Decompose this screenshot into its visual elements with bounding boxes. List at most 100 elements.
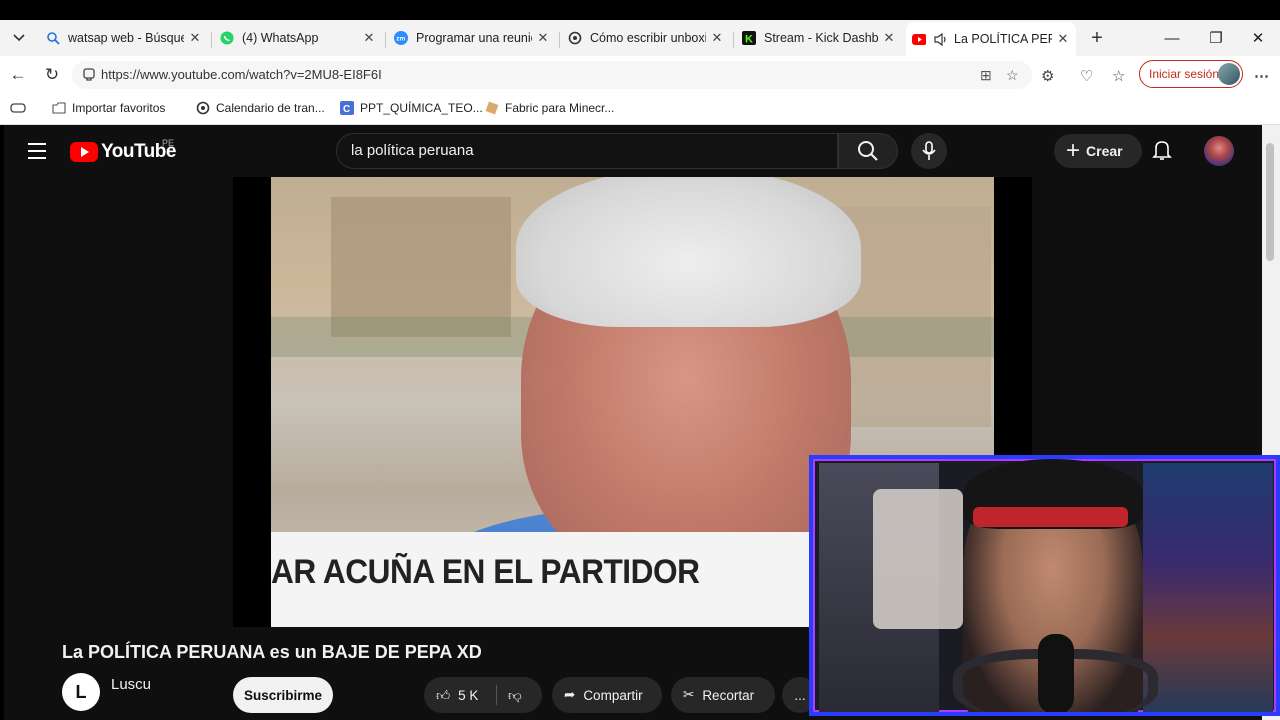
- search-icon: [858, 141, 878, 161]
- close-tab-icon[interactable]: ✕: [882, 30, 896, 46]
- webcam-headband: [973, 507, 1128, 527]
- restore-button[interactable]: ❐: [1194, 20, 1238, 56]
- country-code: PE: [162, 138, 175, 148]
- share-label: Compartir: [583, 687, 643, 703]
- tab-separator: [385, 32, 386, 48]
- tab-youtube-active[interactable]: La POLÍTICA PERUANA ✕: [906, 22, 1076, 56]
- back-button[interactable]: ←: [7, 64, 29, 86]
- tab-sidebar-icon[interactable]: [10, 101, 26, 115]
- url-text[interactable]: https://www.youtube.com/watch?v=2MU8-EI8…: [101, 67, 382, 82]
- bookmark-calendario[interactable]: Calendario de tran...: [196, 101, 325, 115]
- svg-text:zm: zm: [396, 36, 405, 43]
- address-bar-row: ← ↻ https://www.youtube.com/watch?v=2MU8…: [0, 56, 1280, 94]
- like-count: 5 K: [458, 687, 479, 703]
- signin-button[interactable]: Iniciar sesión: [1139, 60, 1243, 88]
- bookmark-label: Fabric para Minecr...: [505, 101, 615, 115]
- share-icon: ➦: [564, 687, 576, 702]
- search-input[interactable]: la política peruana: [336, 133, 838, 169]
- tab-actions-menu[interactable]: [4, 24, 34, 52]
- search-button[interactable]: [838, 133, 898, 169]
- youtube-icon: [912, 32, 926, 46]
- close-icon: ✕: [1251, 30, 1265, 47]
- bookmark-ppt-quimica[interactable]: C PPT_QUÍMICA_TEO...: [340, 101, 483, 115]
- minimize-button[interactable]: —: [1150, 20, 1194, 56]
- svg-text:C: C: [343, 104, 350, 115]
- microphone-icon: [922, 141, 936, 160]
- close-window-button[interactable]: ✕: [1236, 20, 1280, 56]
- background-building: [331, 197, 511, 337]
- webcam-microphone: [1038, 634, 1074, 712]
- favorite-star-icon[interactable]: ☆: [1006, 67, 1019, 84]
- tab-whatsapp[interactable]: (4) WhatsApp ✕: [214, 24, 382, 52]
- tab-watsap-search[interactable]: watsap web - Búsqueda ✕: [40, 24, 208, 52]
- favorites-icon[interactable]: ☆: [1112, 67, 1125, 85]
- tab-kick-dashboard[interactable]: K Stream - Kick Dashboard ✕: [736, 24, 902, 52]
- close-tab-icon[interactable]: ✕: [1056, 31, 1070, 47]
- bookmarks-bar: Importar favoritos Calendario de tran...…: [0, 94, 1280, 125]
- plus-icon: +: [1066, 137, 1081, 164]
- zoom-icon: zm: [394, 31, 408, 45]
- youtube-logo[interactable]: YouTube PE: [70, 138, 176, 163]
- create-button[interactable]: + Crear: [1054, 134, 1142, 168]
- profile-avatar: [1218, 63, 1240, 85]
- close-tab-icon[interactable]: ✕: [536, 30, 550, 46]
- new-tab-button[interactable]: +: [1084, 24, 1110, 52]
- refresh-icon: ↻: [44, 65, 60, 84]
- subscribe-button[interactable]: Suscribirme: [233, 677, 333, 713]
- close-tab-icon[interactable]: ✕: [362, 30, 376, 46]
- bookmark-label: PPT_QUÍMICA_TEO...: [360, 101, 483, 115]
- chevron-down-icon: [13, 34, 25, 42]
- like-button[interactable]: 👍︎ 5 K 👎︎: [424, 677, 542, 713]
- fabric-icon: [485, 101, 499, 115]
- signin-label: Iniciar sesión: [1149, 67, 1220, 81]
- openai-icon: [568, 31, 582, 45]
- person-hair: [516, 177, 861, 327]
- bookmark-label: Calendario de tran...: [216, 101, 325, 115]
- tab-zoom-meeting[interactable]: zm Programar una reunión ✕: [388, 24, 556, 52]
- youtube-header: YouTube PE la política peruana + Crear: [4, 125, 1262, 177]
- speaker-icon[interactable]: [934, 32, 948, 46]
- site-info-icon[interactable]: [82, 67, 96, 86]
- tab-unboxing[interactable]: Cómo escribir unboxing ✕: [562, 24, 730, 52]
- tab-separator: [211, 32, 212, 48]
- browser-tab-bar: watsap web - Búsqueda ✕ (4) WhatsApp ✕ z…: [0, 20, 1280, 56]
- kick-icon: K: [742, 31, 756, 45]
- app-available-icon[interactable]: ⊞: [980, 67, 992, 84]
- whatsapp-icon: [220, 31, 234, 45]
- close-tab-icon[interactable]: ✕: [710, 30, 724, 46]
- menu-icon[interactable]: [28, 143, 46, 159]
- more-options-icon[interactable]: ⋯: [1254, 67, 1269, 85]
- webcam-poster-car: [1143, 463, 1273, 712]
- address-bar[interactable]: https://www.youtube.com/watch?v=2MU8-EI8…: [72, 61, 1032, 89]
- top-black-strip: [0, 0, 1280, 20]
- bookmark-import-favorites[interactable]: Importar favoritos: [52, 101, 165, 115]
- video-caption: AR ACUÑA EN EL PARTIDOR: [271, 553, 700, 591]
- refresh-button[interactable]: ↻: [41, 64, 63, 86]
- clip-button[interactable]: ✂ Recortar: [671, 677, 775, 713]
- voice-search-button[interactable]: [911, 133, 947, 169]
- import-icon: [52, 101, 66, 115]
- tab-separator: [559, 32, 560, 48]
- tab-title: watsap web - Búsqueda: [68, 31, 184, 45]
- youtube-play-icon: [70, 142, 98, 162]
- extensions-icon[interactable]: ⚙: [1041, 67, 1054, 85]
- thumbs-down-icon[interactable]: 👎︎: [508, 687, 522, 704]
- channel-avatar[interactable]: L: [62, 673, 100, 711]
- notifications-bell-icon[interactable]: [1152, 139, 1172, 166]
- openai-icon: [196, 101, 210, 115]
- bookmark-fabric[interactable]: Fabric para Minecr...: [485, 101, 614, 115]
- create-label: Crear: [1086, 143, 1123, 159]
- svg-text:K: K: [745, 34, 753, 46]
- share-button[interactable]: ➦ Compartir: [552, 677, 662, 713]
- search-icon: [46, 31, 60, 45]
- tab-title: (4) WhatsApp: [242, 31, 319, 45]
- channel-name[interactable]: Luscu: [111, 676, 151, 693]
- scrollbar-thumb[interactable]: [1266, 143, 1274, 261]
- document-icon: C: [340, 101, 354, 115]
- tab-separator: [733, 32, 734, 48]
- back-arrow-icon: ←: [9, 65, 27, 84]
- close-tab-icon[interactable]: ✕: [188, 30, 202, 46]
- like-divider: [496, 685, 497, 705]
- browser-essentials-icon[interactable]: ♡: [1080, 67, 1093, 85]
- account-avatar[interactable]: [1204, 136, 1234, 166]
